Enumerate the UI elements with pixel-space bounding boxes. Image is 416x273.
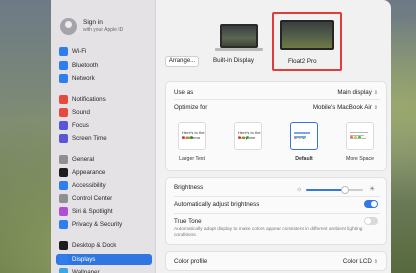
sidebar: Sign in with your Apple ID Wi-Fi Bluetoot… <box>51 0 156 273</box>
sidebar-item-control-center[interactable]: Control Center <box>59 193 151 204</box>
sidebar-item-label: Focus <box>72 122 89 129</box>
apple-id-signin[interactable]: Sign in with your Apple ID <box>57 14 152 40</box>
sidebar-item-screen-time[interactable]: Screen Time <box>59 133 151 144</box>
screen-time-icon <box>59 134 68 143</box>
displays-pane: Arrange... Built-in Display Float2 Pro U… <box>157 0 391 273</box>
desktop-dock-icon <box>59 241 68 250</box>
toggle-knob <box>365 218 371 224</box>
sidebar-item-general[interactable]: General <box>59 154 151 165</box>
sidebar-item-siri-spotlight[interactable]: Siri & Spotlight <box>59 206 151 217</box>
true-tone-toggle[interactable] <box>364 217 378 225</box>
sidebar-item-privacy-security[interactable]: Privacy & Security <box>59 219 151 230</box>
resolution-thumb: Here's to the crazy one <box>234 122 262 150</box>
display-arrangement: Arrange... Built-in Display Float2 Pro <box>157 0 391 72</box>
resolution-options: Here's to the troublema Larger Text Here… <box>166 102 386 168</box>
resolution-option-2[interactable]: Here's to the crazy one <box>228 122 268 168</box>
auto-brightness-row: Automatically adjust brightness <box>166 200 386 211</box>
focus-icon <box>59 121 68 130</box>
notifications-icon <box>59 95 68 104</box>
sidebar-item-label: Notifications <box>72 96 106 103</box>
brightness-slider-fill <box>306 189 345 191</box>
control-center-icon <box>59 194 68 203</box>
toggle-knob <box>371 201 377 207</box>
chevron-updown-icon: ⇕ <box>373 90 378 96</box>
arrange-button[interactable]: Arrange... <box>165 56 199 67</box>
builtin-display-label: Built-in Display <box>213 57 254 64</box>
sidebar-item-label: Siri & Spotlight <box>72 208 113 215</box>
sidebar-item-label: Network <box>72 75 95 82</box>
resolution-default[interactable]: Default <box>284 122 324 168</box>
float2-pro-display[interactable]: Float2 Pro <box>272 12 342 71</box>
brightness-group: Brightness ☼ ☀ Automatically adjust brig… <box>165 177 387 245</box>
true-tone-description: Automatically adapt display to make colo… <box>174 227 363 238</box>
sidebar-item-label: Wallpaper <box>72 269 100 273</box>
use-as-label: Use as <box>174 89 194 96</box>
sidebar-item-label: General <box>72 156 95 163</box>
divider <box>174 196 380 197</box>
sidebar-item-label: Appearance <box>72 169 106 176</box>
sidebar-item-desktop-dock[interactable]: Desktop & Dock <box>59 240 151 251</box>
sidebar-item-label: Bluetooth <box>72 62 99 69</box>
brightness-high-icon: ☀ <box>369 186 376 193</box>
sidebar-item-sound[interactable]: Sound <box>59 107 151 118</box>
wallpaper-icon <box>59 268 68 273</box>
brightness-row: Brightness ☼ ☀ <box>166 184 386 194</box>
display-options-group: Use as Main display ⇕ Optimize for Mobile… <box>165 81 387 171</box>
network-icon <box>59 74 68 83</box>
sidebar-item-label: Desktop & Dock <box>72 242 117 249</box>
sidebar-item-label: Wi-Fi <box>72 48 87 55</box>
builtin-display-screen <box>220 24 258 48</box>
resolution-larger-text[interactable]: Here's to the troublema Larger Text <box>172 122 212 168</box>
brightness-label: Brightness <box>174 184 204 191</box>
color-profile-group: Color profile Color LCD ⇕ <box>165 251 387 271</box>
system-settings-window: Sign in with your Apple ID Wi-Fi Bluetoot… <box>51 0 391 273</box>
divider <box>174 99 380 100</box>
sidebar-item-notifications[interactable]: Notifications <box>59 94 151 105</box>
wifi-icon <box>59 47 68 56</box>
sidebar-item-label: Privacy & Security <box>72 221 123 228</box>
float2-display-label: Float2 Pro <box>288 58 317 65</box>
displays-icon <box>59 255 68 264</box>
auto-brightness-toggle[interactable] <box>364 200 378 208</box>
sidebar-item-wallpaper[interactable]: Wallpaper <box>59 267 151 273</box>
color-profile-select[interactable]: Color LCD ⇕ <box>343 258 378 265</box>
sidebar-item-displays[interactable]: Displays <box>56 254 152 265</box>
divider <box>174 213 380 214</box>
sidebar-item-network[interactable]: Network <box>59 73 151 84</box>
sidebar-item-focus[interactable]: Focus <box>59 120 151 131</box>
sidebar-item-label: Accessibility <box>72 182 106 189</box>
laptop-base <box>215 48 263 51</box>
sidebar-item-label: Displays <box>72 256 96 263</box>
chevron-updown-icon: ⇕ <box>373 259 378 265</box>
brightness-slider[interactable] <box>306 186 363 194</box>
use-as-select[interactable]: Main display ⇕ <box>337 89 378 96</box>
sidebar-item-label: Sound <box>72 109 90 116</box>
siri-icon <box>59 207 68 216</box>
hand-icon <box>59 220 68 229</box>
brightness-low-icon: ☼ <box>296 186 303 193</box>
gear-icon <box>59 155 68 164</box>
sound-icon <box>59 108 68 117</box>
bluetooth-icon <box>59 61 68 70</box>
true-tone-label: True Tone <box>174 218 202 225</box>
signin-title: Sign in <box>83 19 103 26</box>
accessibility-icon <box>59 181 68 190</box>
sidebar-item-label: Screen Time <box>72 135 107 142</box>
resolution-thumb <box>290 122 318 150</box>
signin-subtitle: with your Apple ID <box>83 27 124 33</box>
sidebar-item-bluetooth[interactable]: Bluetooth <box>59 60 151 71</box>
float2-display-screen <box>280 20 334 50</box>
brightness-slider-knob[interactable] <box>340 186 349 194</box>
sidebar-item-wi-fi[interactable]: Wi-Fi <box>59 46 151 57</box>
sidebar-item-label: Control Center <box>72 195 113 202</box>
resolution-thumb: Here's to the troublema <box>178 122 206 150</box>
sidebar-item-accessibility[interactable]: Accessibility <box>59 180 151 191</box>
resolution-thumb <box>346 122 374 150</box>
sidebar-item-appearance[interactable]: Appearance <box>59 167 151 178</box>
auto-brightness-label: Automatically adjust brightness <box>174 201 260 208</box>
resolution-more-space[interactable]: More Space <box>340 122 380 168</box>
avatar <box>60 18 77 35</box>
appearance-icon <box>59 168 68 177</box>
color-profile-label: Color profile <box>174 258 208 265</box>
